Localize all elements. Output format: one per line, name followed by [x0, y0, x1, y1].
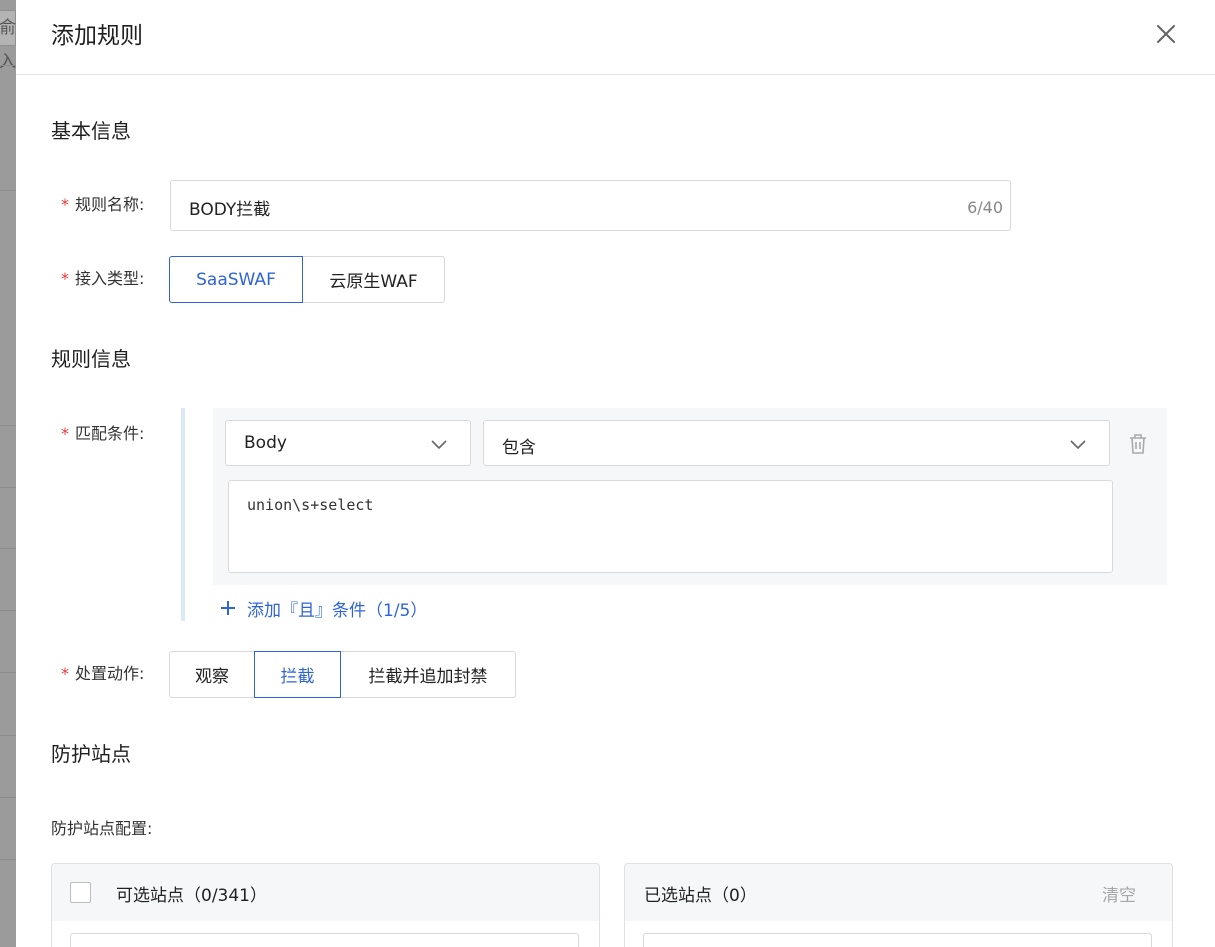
action-label: * 处置动作:: [61, 664, 145, 683]
condition-value-textarea[interactable]: union\s+select: [228, 480, 1113, 573]
required-mark: *: [61, 664, 69, 683]
condition-operator-select[interactable]: 包含: [483, 420, 1110, 466]
access-type-segmented: SaaSWAF 云原生WAF: [169, 256, 445, 303]
selected-sites-search-input[interactable]: [643, 933, 1152, 947]
background-divider: [0, 610, 16, 611]
select-all-checkbox[interactable]: [70, 882, 91, 903]
close-button[interactable]: [1152, 20, 1180, 48]
background-divider: [0, 735, 16, 736]
condition-operator-value: 包含: [502, 438, 536, 458]
plus-icon: [221, 601, 235, 615]
available-sites-panel: 可选站点（0/341）: [51, 863, 600, 947]
access-type-label: * 接入类型:: [61, 269, 145, 288]
available-sites-header: 可选站点（0/341）: [52, 864, 599, 921]
background-divider: [0, 548, 16, 549]
background-page: 俞入: [0, 0, 16, 947]
background-divider: [0, 190, 16, 191]
background-divider: [0, 65, 16, 66]
required-mark: *: [61, 424, 69, 443]
condition-field-value: Body: [244, 433, 287, 453]
selected-sites-panel: 已选站点（0） 清空: [624, 863, 1173, 947]
condition-group-rail: [181, 408, 185, 621]
section-title-basic: 基本信息: [51, 119, 131, 143]
access-type-saaswaf-button[interactable]: SaaSWAF: [169, 256, 303, 303]
section-title-sites: 防护站点: [51, 742, 131, 766]
condition-item: Body 包含 union\s+select: [213, 408, 1167, 585]
background-divider: [0, 425, 16, 426]
add-and-condition-button[interactable]: 添加『且』条件（1/5）: [219, 594, 427, 622]
required-mark: *: [61, 195, 69, 214]
drawer-header: 添加规则: [16, 0, 1215, 75]
add-and-condition-label: 添加『且』条件（1/5）: [247, 600, 428, 621]
drawer-title: 添加规则: [51, 23, 143, 49]
match-condition-label: * 匹配条件:: [61, 424, 145, 443]
access-type-cloud-native-waf-button[interactable]: 云原生WAF: [302, 256, 445, 303]
action-block-and-ban-button[interactable]: 拦截并追加封禁: [340, 651, 516, 698]
selected-sites-title: 已选站点（0）: [644, 886, 757, 906]
selected-sites-header: 已选站点（0） 清空: [625, 864, 1172, 921]
rule-name-char-count: 6/40: [967, 198, 1003, 217]
background-divider: [0, 487, 16, 488]
background-divider: [0, 859, 16, 860]
rule-name-input[interactable]: BODY拦截 6/40: [170, 180, 1011, 231]
action-block-button[interactable]: 拦截: [254, 651, 341, 698]
site-config-label: 防护站点配置:: [51, 819, 153, 838]
rule-name-value: BODY拦截: [189, 200, 271, 220]
add-rule-drawer: 添加规则 基本信息 * 规则名称: BODY拦截 6/40 * 接入类型: SaaS…: [16, 0, 1215, 947]
required-mark: *: [61, 269, 69, 288]
section-title-rule: 规则信息: [51, 347, 131, 371]
action-segmented: 观察 拦截 拦截并追加封禁: [169, 651, 516, 698]
delete-condition-button[interactable]: [1127, 432, 1149, 456]
action-observe-button[interactable]: 观察: [169, 651, 255, 698]
chevron-down-icon: [1070, 440, 1086, 450]
rule-name-label: * 规则名称:: [61, 195, 145, 214]
background-divider: [0, 797, 16, 798]
clear-button[interactable]: 清空: [1102, 881, 1136, 906]
background-divider: [0, 672, 16, 673]
background-search-input: 俞入: [0, 10, 16, 72]
available-sites-title: 可选站点（0/341）: [116, 886, 267, 906]
trash-icon: [1130, 434, 1146, 454]
close-icon: [1157, 25, 1175, 43]
chevron-down-icon: [431, 440, 447, 450]
available-sites-search-input[interactable]: [70, 933, 579, 947]
condition-field-select[interactable]: Body: [225, 420, 471, 466]
